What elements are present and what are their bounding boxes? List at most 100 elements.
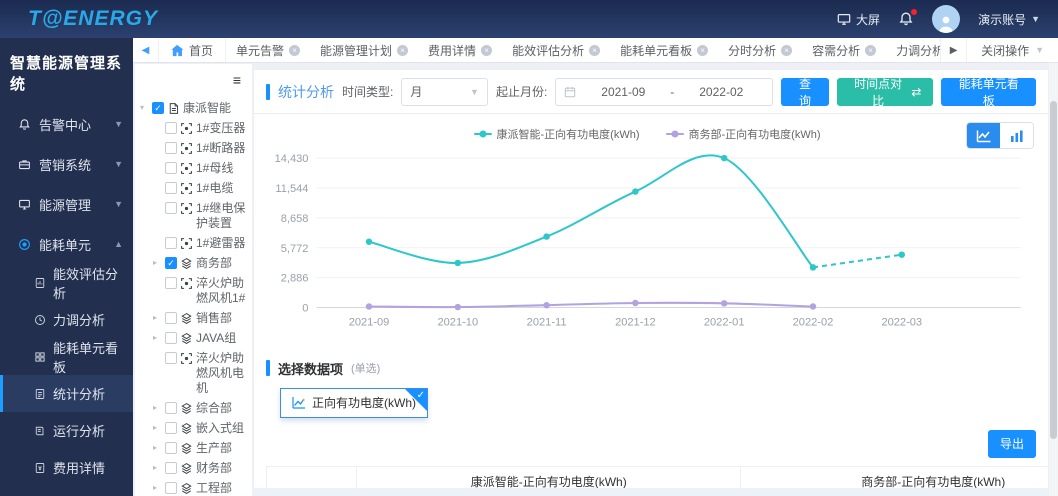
tree-node-综合部[interactable]: ▸ 综合部	[140, 401, 249, 416]
month-range-picker[interactable]: 2021-09 - 2022-02	[555, 78, 773, 106]
big-screen-button[interactable]: 大屏	[837, 11, 880, 28]
tree-checkbox[interactable]: ✓	[165, 257, 177, 269]
tree-node-1#继电保护装置[interactable]: 1#继电保护装置	[140, 201, 249, 231]
tree-node-生产部[interactable]: ▸ 生产部	[140, 441, 249, 456]
close-icon[interactable]: ×	[397, 45, 408, 56]
tree-checkbox[interactable]	[165, 162, 177, 174]
tree-checkbox[interactable]	[165, 312, 177, 324]
tree-node-财务部[interactable]: ▸ 财务部	[140, 461, 249, 476]
tree-node-商务部[interactable]: ▸ ✓ 商务部	[140, 256, 249, 271]
vertical-scrollbar[interactable]	[1049, 63, 1058, 496]
query-button[interactable]: 查询	[781, 78, 829, 106]
tree-node-1#断路器[interactable]: 1#断路器	[140, 141, 249, 156]
tree-node-销售部[interactable]: ▸ 销售部	[140, 311, 249, 326]
tree-expander-icon[interactable]: ▸	[153, 256, 162, 268]
tree-expander-icon[interactable]: ▸	[153, 311, 162, 323]
svg-text:5,772: 5,772	[281, 243, 309, 255]
tree-expander-icon[interactable]: ▸	[153, 421, 162, 433]
account-menu[interactable]: 演示账号 ▼	[978, 11, 1040, 28]
close-icon[interactable]: ×	[289, 45, 300, 56]
tree-menu-button[interactable]: ≡	[140, 70, 249, 96]
tree-node-label: 销售部	[196, 311, 232, 326]
sidebar-item-能耗单元看板[interactable]: 能耗单元看板	[0, 338, 133, 375]
device-tree-panel: ≡ ▾ ✓ 康派智能 1#变压器 1#断路器 1#母线 1#电缆 1#继电保护装…	[135, 64, 252, 496]
tree-checkbox[interactable]	[165, 442, 177, 454]
svg-text:11,544: 11,544	[275, 183, 308, 195]
bar-chart-toggle[interactable]	[1000, 123, 1033, 148]
tree-node-JAVA组[interactable]: ▸ JAVA组	[140, 331, 249, 346]
tree-node-康派智能[interactable]: ▾ ✓ 康派智能	[140, 101, 249, 116]
tree-node-淬火炉助燃风机电机[interactable]: 淬火炉助燃风机电机	[140, 351, 249, 396]
tree-node-1#电缆[interactable]: 1#电缆	[140, 181, 249, 196]
line-chart-toggle[interactable]	[967, 123, 1000, 148]
tab-力调分析[interactable]: 力调分析 ×	[886, 38, 940, 62]
tree-checkbox[interactable]	[165, 182, 177, 194]
tree-checkbox[interactable]	[165, 482, 177, 494]
tab-能效评估分析[interactable]: 能效评估分析 ×	[502, 38, 610, 62]
tree-expander-icon[interactable]: ▸	[153, 441, 162, 453]
tree-expander-icon[interactable]: ▾	[140, 101, 149, 113]
sidebar-group-1[interactable]: 告警中心 ▼	[0, 104, 133, 144]
tabs-scroll-left-button[interactable]: ◀	[133, 38, 159, 62]
tree-checkbox[interactable]	[165, 122, 177, 134]
tab-单元告警[interactable]: 单元告警 ×	[226, 38, 310, 62]
scrollbar-thumb[interactable]	[1050, 101, 1057, 439]
sidebar-item-能效评估分析[interactable]: 能效评估分析	[0, 264, 133, 301]
tree-expander-icon[interactable]: ▸	[153, 331, 162, 343]
tab-label: 能耗单元看板	[620, 42, 692, 59]
tree-checkbox[interactable]	[165, 142, 177, 154]
tab-费用详情[interactable]: 费用详情 ×	[418, 38, 502, 62]
sidebar-item-费用详情[interactable]: 费用详情	[0, 449, 133, 486]
tree-expander-icon[interactable]: ▸	[153, 401, 162, 413]
tree-checkbox[interactable]	[165, 402, 177, 414]
tree-checkbox[interactable]	[165, 332, 177, 344]
tree-expander-icon[interactable]: ▸	[153, 461, 162, 473]
sidebar-item-统计分析[interactable]: 统计分析	[0, 375, 133, 412]
tree-node-1#母线[interactable]: 1#母线	[140, 161, 249, 176]
export-button[interactable]: 导出	[988, 430, 1036, 458]
tree-node-1#变压器[interactable]: 1#变压器	[140, 121, 249, 136]
tab-分时分析[interactable]: 分时分析 ×	[718, 38, 802, 62]
close-icon[interactable]: ×	[697, 45, 708, 56]
tab-能耗单元看板[interactable]: 能耗单元看板 ×	[610, 38, 718, 62]
tree-checkbox[interactable]	[165, 352, 177, 364]
sidebar-group-4[interactable]: 能耗单元 ▲	[0, 224, 133, 264]
tree-node-工程部[interactable]: ▸ 工程部	[140, 481, 249, 496]
close-icon[interactable]: ×	[781, 45, 792, 56]
big-screen-label: 大屏	[856, 11, 880, 28]
tree-checkbox[interactable]	[165, 202, 177, 214]
close-icon[interactable]: ×	[589, 45, 600, 56]
legend-item-商务部-正向有功电度(kWh)[interactable]: 商务部-正向有功电度(kWh)	[666, 126, 821, 142]
unit-kanban-button[interactable]: 能耗单元看板	[941, 78, 1036, 106]
legend-item-康派智能-正向有功电度(kWh)[interactable]: 康派智能-正向有功电度(kWh)	[474, 126, 640, 142]
sidebar-item-运行分析[interactable]: 运行分析	[0, 412, 133, 449]
tab-容需分析[interactable]: 容需分析 ×	[802, 38, 886, 62]
tabs-strip: 单元告警 ×能源管理计划 ×费用详情 ×能效评估分析 ×能耗单元看板 ×分时分析…	[226, 38, 940, 62]
avatar[interactable]	[932, 5, 960, 33]
sidebar-group-3[interactable]: 能源管理 ▼	[0, 184, 133, 224]
close-operations-menu[interactable]: 关闭操作 ▼	[966, 38, 1058, 62]
data-item-chip-forward-active-energy[interactable]: 正向有功电度(kWh) ✓	[280, 388, 428, 418]
tree-checkbox[interactable]	[165, 422, 177, 434]
tab-label: 单元告警	[236, 42, 284, 59]
notifications-button[interactable]	[898, 11, 914, 27]
tree-checkbox[interactable]	[165, 462, 177, 474]
sidebar-item-排名分析[interactable]: 排名分析	[0, 486, 133, 496]
tab-能源管理计划[interactable]: 能源管理计划 ×	[310, 38, 418, 62]
tree-checkbox[interactable]	[165, 237, 177, 249]
sidebar-item-力调分析[interactable]: 力调分析	[0, 301, 133, 338]
time-compare-button[interactable]: 时间点对比⇄	[837, 78, 934, 106]
tree-expander-icon[interactable]: ▸	[153, 481, 162, 493]
sidebar-nav: 告警中心 ▼ 营销系统 ▼ 能源管理 ▼ 能耗单元 ▲ 能效评估分析 力调分析 …	[0, 104, 133, 496]
tabs-scroll-right-button[interactable]: ▶	[940, 38, 966, 62]
close-icon[interactable]: ×	[481, 45, 492, 56]
tree-node-淬火炉助燃风机1#[interactable]: 淬火炉助燃风机1#	[140, 276, 249, 306]
tree-checkbox[interactable]: ✓	[152, 102, 164, 114]
tree-checkbox[interactable]	[165, 277, 177, 289]
tree-node-1#避雷器[interactable]: 1#避雷器	[140, 236, 249, 251]
tab-home[interactable]: 首页	[159, 38, 226, 62]
sidebar-group-2[interactable]: 营销系统 ▼	[0, 144, 133, 184]
tree-node-嵌入式组[interactable]: ▸ 嵌入式组	[140, 421, 249, 436]
time-type-select[interactable]: 月 ▼	[401, 78, 488, 106]
close-icon[interactable]: ×	[865, 45, 876, 56]
